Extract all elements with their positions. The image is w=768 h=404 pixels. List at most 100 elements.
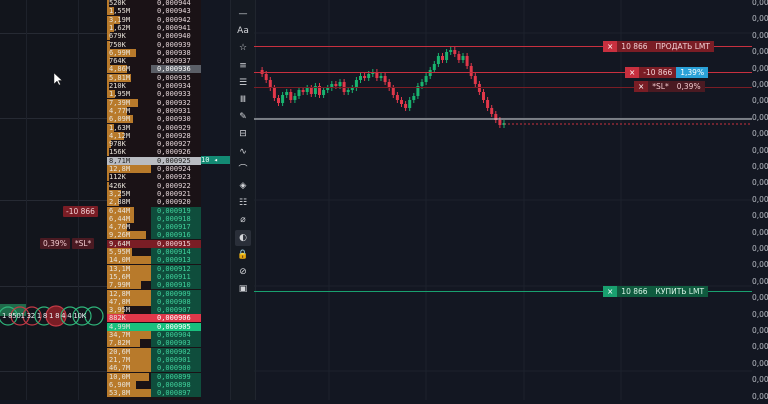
candle-body bbox=[363, 76, 367, 78]
order-book-row[interactable]: 4,76M 0,000917 bbox=[107, 223, 201, 232]
order-book-row[interactable]: 1,55M 0,000943 bbox=[107, 7, 201, 16]
ruler-tool-icon[interactable]: ◈ bbox=[235, 178, 251, 194]
volume-value: 7,99M bbox=[109, 281, 131, 290]
order-book-row[interactable]: 1,62M 0,000941 bbox=[107, 23, 201, 32]
volume-cell: 12,8M bbox=[107, 289, 151, 298]
volume-cell: 5,95M bbox=[107, 248, 151, 256]
sell-order-label[interactable]: × 10 866 ПРОДАТЬ LMT bbox=[603, 41, 714, 52]
order-book-row[interactable]: 6,99M 0,000938 bbox=[107, 48, 201, 57]
candle-body bbox=[424, 76, 428, 82]
volume-value: 34,7M bbox=[109, 331, 131, 339]
order-book-row[interactable]: 4,12M 0,000928 bbox=[107, 131, 201, 140]
order-book-row[interactable]: 750K 0,000939 bbox=[107, 40, 201, 49]
order-book-row[interactable]: 15,6M 0,000911 bbox=[107, 272, 201, 281]
hide-drawings-icon[interactable]: ⊘ bbox=[235, 264, 251, 280]
price-axis-label: 0,00 bbox=[752, 244, 768, 253]
arc-tool-icon[interactable]: ⌒ bbox=[235, 161, 251, 177]
position-order-label[interactable]: × -10 866 1,39% bbox=[625, 67, 709, 78]
stop-tag[interactable]: 0,39% *SL* bbox=[40, 238, 95, 249]
order-book-row[interactable]: 53,8M 0,000897 bbox=[107, 389, 201, 398]
price-value: 0,000898 bbox=[157, 380, 191, 389]
sell-cancel-icon[interactable]: × bbox=[603, 41, 618, 52]
candle-body bbox=[441, 56, 444, 60]
order-book-row[interactable]: 3,25M 0,000921 bbox=[107, 189, 201, 198]
favorite-star-icon[interactable]: ☆ bbox=[235, 40, 251, 56]
stop-cancel-icon[interactable]: × bbox=[634, 81, 649, 92]
lines-tool-icon[interactable]: ≡ bbox=[235, 58, 251, 74]
price-axis-label: 0,00 bbox=[752, 63, 768, 73]
order-book-row[interactable]: 6,44M 0,000918 bbox=[107, 214, 201, 223]
order-book-row[interactable]: 764K 0,000937 bbox=[107, 57, 201, 66]
order-book-row[interactable]: 6,90M 0,000898 bbox=[107, 380, 201, 389]
order-book-row[interactable]: 3,19M 0,000942 bbox=[107, 15, 201, 24]
position-cancel-icon[interactable]: × bbox=[625, 67, 640, 78]
eraser-icon[interactable]: ⌀ bbox=[235, 212, 251, 228]
measure-tool-icon[interactable]: ⊟ bbox=[235, 126, 251, 142]
buy-order-label[interactable]: × 10 866 КУПИТЬ LMT bbox=[603, 286, 709, 297]
order-book-row[interactable]: 1,63M 0,000929 bbox=[107, 123, 201, 132]
trend-tool-icon[interactable]: ∿ bbox=[235, 144, 251, 160]
order-book-row[interactable]: 112K 0,000923 bbox=[107, 173, 201, 182]
price-cell: 0,000927 bbox=[151, 140, 201, 148]
price-cell: 0,000898 bbox=[151, 380, 201, 389]
stop-pct: 0,39% bbox=[40, 238, 70, 249]
crosshair-tool-icon[interactable]: — bbox=[235, 6, 251, 22]
order-book-row[interactable]: 46,7M 0,000900 bbox=[107, 364, 201, 373]
order-book-row[interactable]: 978K 0,000927 bbox=[107, 140, 201, 149]
volume-profile-icon[interactable]: Ⅲ bbox=[235, 92, 251, 108]
candle-body bbox=[490, 108, 494, 114]
order-book-row[interactable]: 882K 0,000906 bbox=[107, 314, 201, 323]
brush-tool-icon[interactable]: ✎ bbox=[235, 109, 251, 125]
volume-cell: 3,19M bbox=[107, 15, 151, 24]
lock-icon[interactable]: 🔒 bbox=[235, 247, 251, 263]
position-tag[interactable]: -10 866 bbox=[63, 206, 98, 217]
notes-tool-icon[interactable]: ☷ bbox=[235, 195, 251, 211]
order-book-row[interactable]: 156K 0,000926 bbox=[107, 148, 201, 157]
volume-cell: 7,39M bbox=[107, 98, 151, 107]
order-book-row[interactable]: 4,77M 0,000931 bbox=[107, 106, 201, 115]
edit-square-icon[interactable]: ▣ bbox=[235, 281, 251, 297]
order-book-row[interactable]: 12,8M 0,000909 bbox=[107, 289, 201, 298]
volume-cell: 6,09M bbox=[107, 115, 151, 124]
order-book-row[interactable]: 7,39M 0,000932 bbox=[107, 98, 201, 107]
order-book-row[interactable]: 1,95M 0,000933 bbox=[107, 90, 201, 99]
order-book-row[interactable]: 4,86M 0,000936 bbox=[107, 65, 201, 74]
order-book-row[interactable]: 14,0M 0,000913 bbox=[107, 256, 201, 265]
text-tool-icon[interactable]: Aa bbox=[235, 23, 251, 39]
order-book-row[interactable]: 6,09M 0,000930 bbox=[107, 115, 201, 124]
order-book-row[interactable]: 9,26M 0,000916 bbox=[107, 231, 201, 240]
order-book-row[interactable]: 2,88M 0,000920 bbox=[107, 198, 201, 207]
order-book-row[interactable]: 34,7M 0,000904 bbox=[107, 331, 201, 339]
order-book-row[interactable]: 679K 0,000940 bbox=[107, 32, 201, 41]
order-book[interactable]: 520K 0,000944 1,55M 0,000943 3,19M 0,000942 1,… bbox=[107, 0, 201, 400]
main-chart[interactable] bbox=[254, 0, 768, 400]
buy-cancel-icon[interactable]: × bbox=[603, 286, 618, 297]
left-chart-pane[interactable]: -10 866 0,39% *SL* 1 8501 32 1 8 1 8 4 4… bbox=[0, 0, 107, 400]
price-axis-label: 0,00 bbox=[752, 260, 768, 270]
order-book-row[interactable]: 520K 0,000944 bbox=[107, 0, 201, 7]
order-book-row[interactable]: 8,71M 0,000925 bbox=[107, 156, 201, 165]
order-book-row[interactable]: 21,7M 0,000901 bbox=[107, 355, 201, 364]
order-book-row[interactable]: 3,95M 0,000907 bbox=[107, 306, 201, 315]
order-book-row[interactable]: 13,1M 0,000912 bbox=[107, 264, 201, 273]
fib-tool-icon[interactable]: ☰ bbox=[235, 75, 251, 91]
order-book-row[interactable]: 7,82M 0,000903 bbox=[107, 339, 201, 348]
order-book-row[interactable]: 6,44M 0,000919 bbox=[107, 206, 201, 215]
order-book-row[interactable]: 4,99M 0,000905 bbox=[107, 322, 201, 331]
order-book-row[interactable]: 5,95M 0,000914 bbox=[107, 248, 201, 256]
candlestick-chart[interactable] bbox=[254, 0, 768, 400]
order-book-row[interactable]: 426K 0,000922 bbox=[107, 181, 201, 190]
price-value: 0,000936 bbox=[157, 65, 191, 74]
order-book-row[interactable]: 12,8M 0,000924 bbox=[107, 165, 201, 173]
order-book-row[interactable]: 210K 0,000934 bbox=[107, 82, 201, 90]
order-book-row[interactable]: 20,6M 0,000902 bbox=[107, 347, 201, 356]
order-book-row[interactable]: 47,8M 0,000908 bbox=[107, 297, 201, 306]
candle-body bbox=[498, 120, 502, 125]
order-book-row[interactable]: 7,99M 0,000910 bbox=[107, 281, 201, 290]
order-book-row[interactable]: 10,0M 0,000899 bbox=[107, 372, 201, 381]
magnet-icon[interactable]: ◐ bbox=[235, 229, 251, 246]
order-book-row[interactable]: 9,64M 0,000915 bbox=[107, 239, 201, 248]
stop-order-label[interactable]: × *SL* 0,39% bbox=[634, 81, 705, 92]
stop-order-pct: 0,39% bbox=[672, 81, 705, 92]
order-book-row[interactable]: 5,81M 0,000935 bbox=[107, 73, 201, 82]
